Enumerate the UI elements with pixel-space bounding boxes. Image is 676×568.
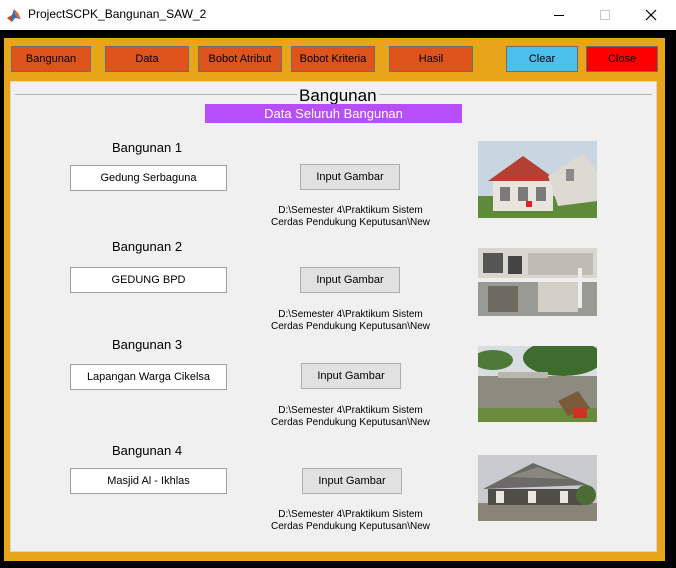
matlab-icon [6,7,22,23]
building-1-input-image-button[interactable]: Input Gambar [300,164,400,190]
building-4-input-image-button[interactable]: Input Gambar [302,468,402,494]
close-button[interactable]: Close [586,46,658,72]
building-4-label: Bangunan 4 [111,443,183,458]
close-window-button[interactable] [628,0,674,30]
building-4-image-path: D:\Semester 4\Praktikum Sistem Cerdas Pe… [271,509,430,532]
building-2-label: Bangunan 2 [111,239,183,254]
building-4-name-field[interactable]: Masjid Al - Ikhlas [70,468,227,494]
minimize-button[interactable] [536,0,582,30]
building-2-image-path: D:\Semester 4\Praktikum Sistem Cerdas Pe… [271,309,430,332]
clear-button[interactable]: Clear [506,46,578,72]
building-1-image-path: D:\Semester 4\Praktikum Sistem Cerdas Pe… [271,205,430,228]
close-icon [645,9,657,21]
building-2-photo [478,248,597,316]
building-3-label: Bangunan 3 [111,337,183,352]
building-2-input-image-button[interactable]: Input Gambar [300,267,400,293]
subtitle-banner: Data Seluruh Bangunan [205,104,462,123]
building-3-input-image-button[interactable]: Input Gambar [301,363,401,389]
title-bar: ProjectSCPK_Bangunan_SAW_2 [0,0,676,30]
maximize-icon [600,10,610,20]
panel-title: Bangunan [297,86,379,106]
building-4-photo [478,455,597,521]
bangunan-button[interactable]: Bangunan [11,46,91,72]
building-3-photo [478,346,597,422]
hasil-button[interactable]: Hasil [389,46,473,72]
bobot-kriteria-button[interactable]: Bobot Kriteria [291,46,375,72]
maximize-button[interactable] [582,0,628,30]
data-button[interactable]: Data [105,46,189,72]
minimize-icon [554,14,564,16]
building-3-image-path: D:\Semester 4\Praktikum Sistem Cerdas Pe… [271,405,430,428]
building-1-photo [478,141,597,218]
building-2-name-field[interactable]: GEDUNG BPD [70,267,227,293]
building-3-name-field[interactable]: Lapangan Warga Cikelsa [70,364,227,390]
bobot-atribut-button[interactable]: Bobot Atribut [198,46,282,72]
window-title: ProjectSCPK_Bangunan_SAW_2 [28,7,207,21]
building-1-label: Bangunan 1 [111,140,183,155]
building-1-name-field[interactable]: Gedung Serbaguna [70,165,227,191]
